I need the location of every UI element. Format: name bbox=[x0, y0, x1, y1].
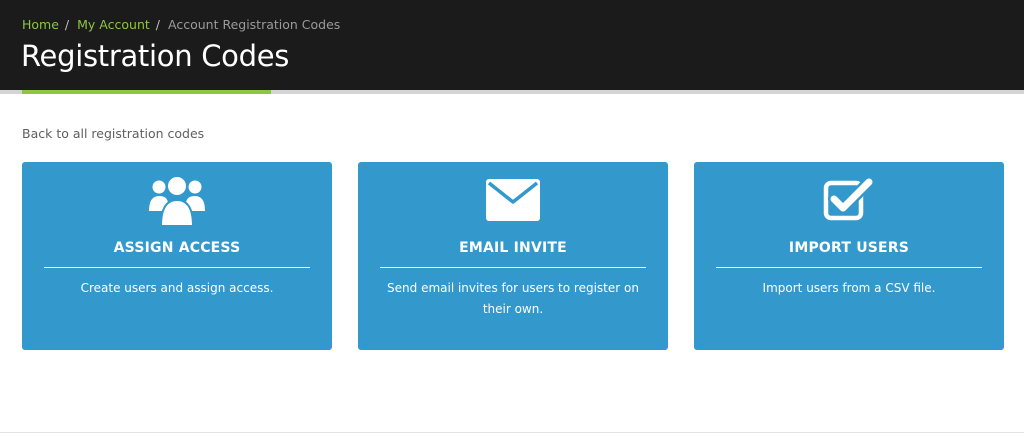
card-title: EMAIL INVITE bbox=[459, 240, 567, 256]
breadcrumb-current: Account Registration Codes bbox=[168, 17, 341, 32]
breadcrumb-separator: / bbox=[64, 17, 70, 32]
header-accent-bar bbox=[22, 90, 271, 94]
card-title: IMPORT USERS bbox=[788, 240, 910, 256]
breadcrumb-my-account-link[interactable]: My Account bbox=[77, 17, 150, 32]
card-divider bbox=[380, 267, 646, 268]
card-description: Import users from a CSV file. bbox=[762, 281, 936, 295]
card-divider bbox=[716, 267, 982, 268]
users-icon bbox=[22, 174, 332, 227]
import-users-card[interactable]: IMPORT USERS Import users from a CSV fil… bbox=[694, 162, 1004, 350]
page-header: Home / My Account / Account Registration Cod… bbox=[0, 0, 1024, 90]
breadcrumb-separator: / bbox=[155, 17, 160, 32]
back-to-registration-codes-link[interactable]: Back to all registration codes bbox=[22, 126, 204, 142]
card-title: ASSIGN ACCESS bbox=[113, 240, 241, 256]
checkbox-icon bbox=[694, 174, 1004, 226]
envelope-icon bbox=[358, 174, 668, 226]
card-description: Create users and assign access. bbox=[80, 281, 274, 295]
breadcrumb: Home / My Account / Account Registration Cod… bbox=[22, 17, 340, 33]
email-invite-card[interactable]: EMAIL INVITE Send email invites for user… bbox=[358, 162, 668, 350]
assign-access-card[interactable]: ASSIGN ACCESS Create users and assign ac… bbox=[22, 162, 332, 350]
card-description: Send email invites for users to register… bbox=[387, 281, 639, 316]
page-title: Registration Codes bbox=[21, 39, 290, 73]
card-divider bbox=[44, 267, 310, 268]
breadcrumb-home-link[interactable]: Home bbox=[22, 17, 59, 32]
